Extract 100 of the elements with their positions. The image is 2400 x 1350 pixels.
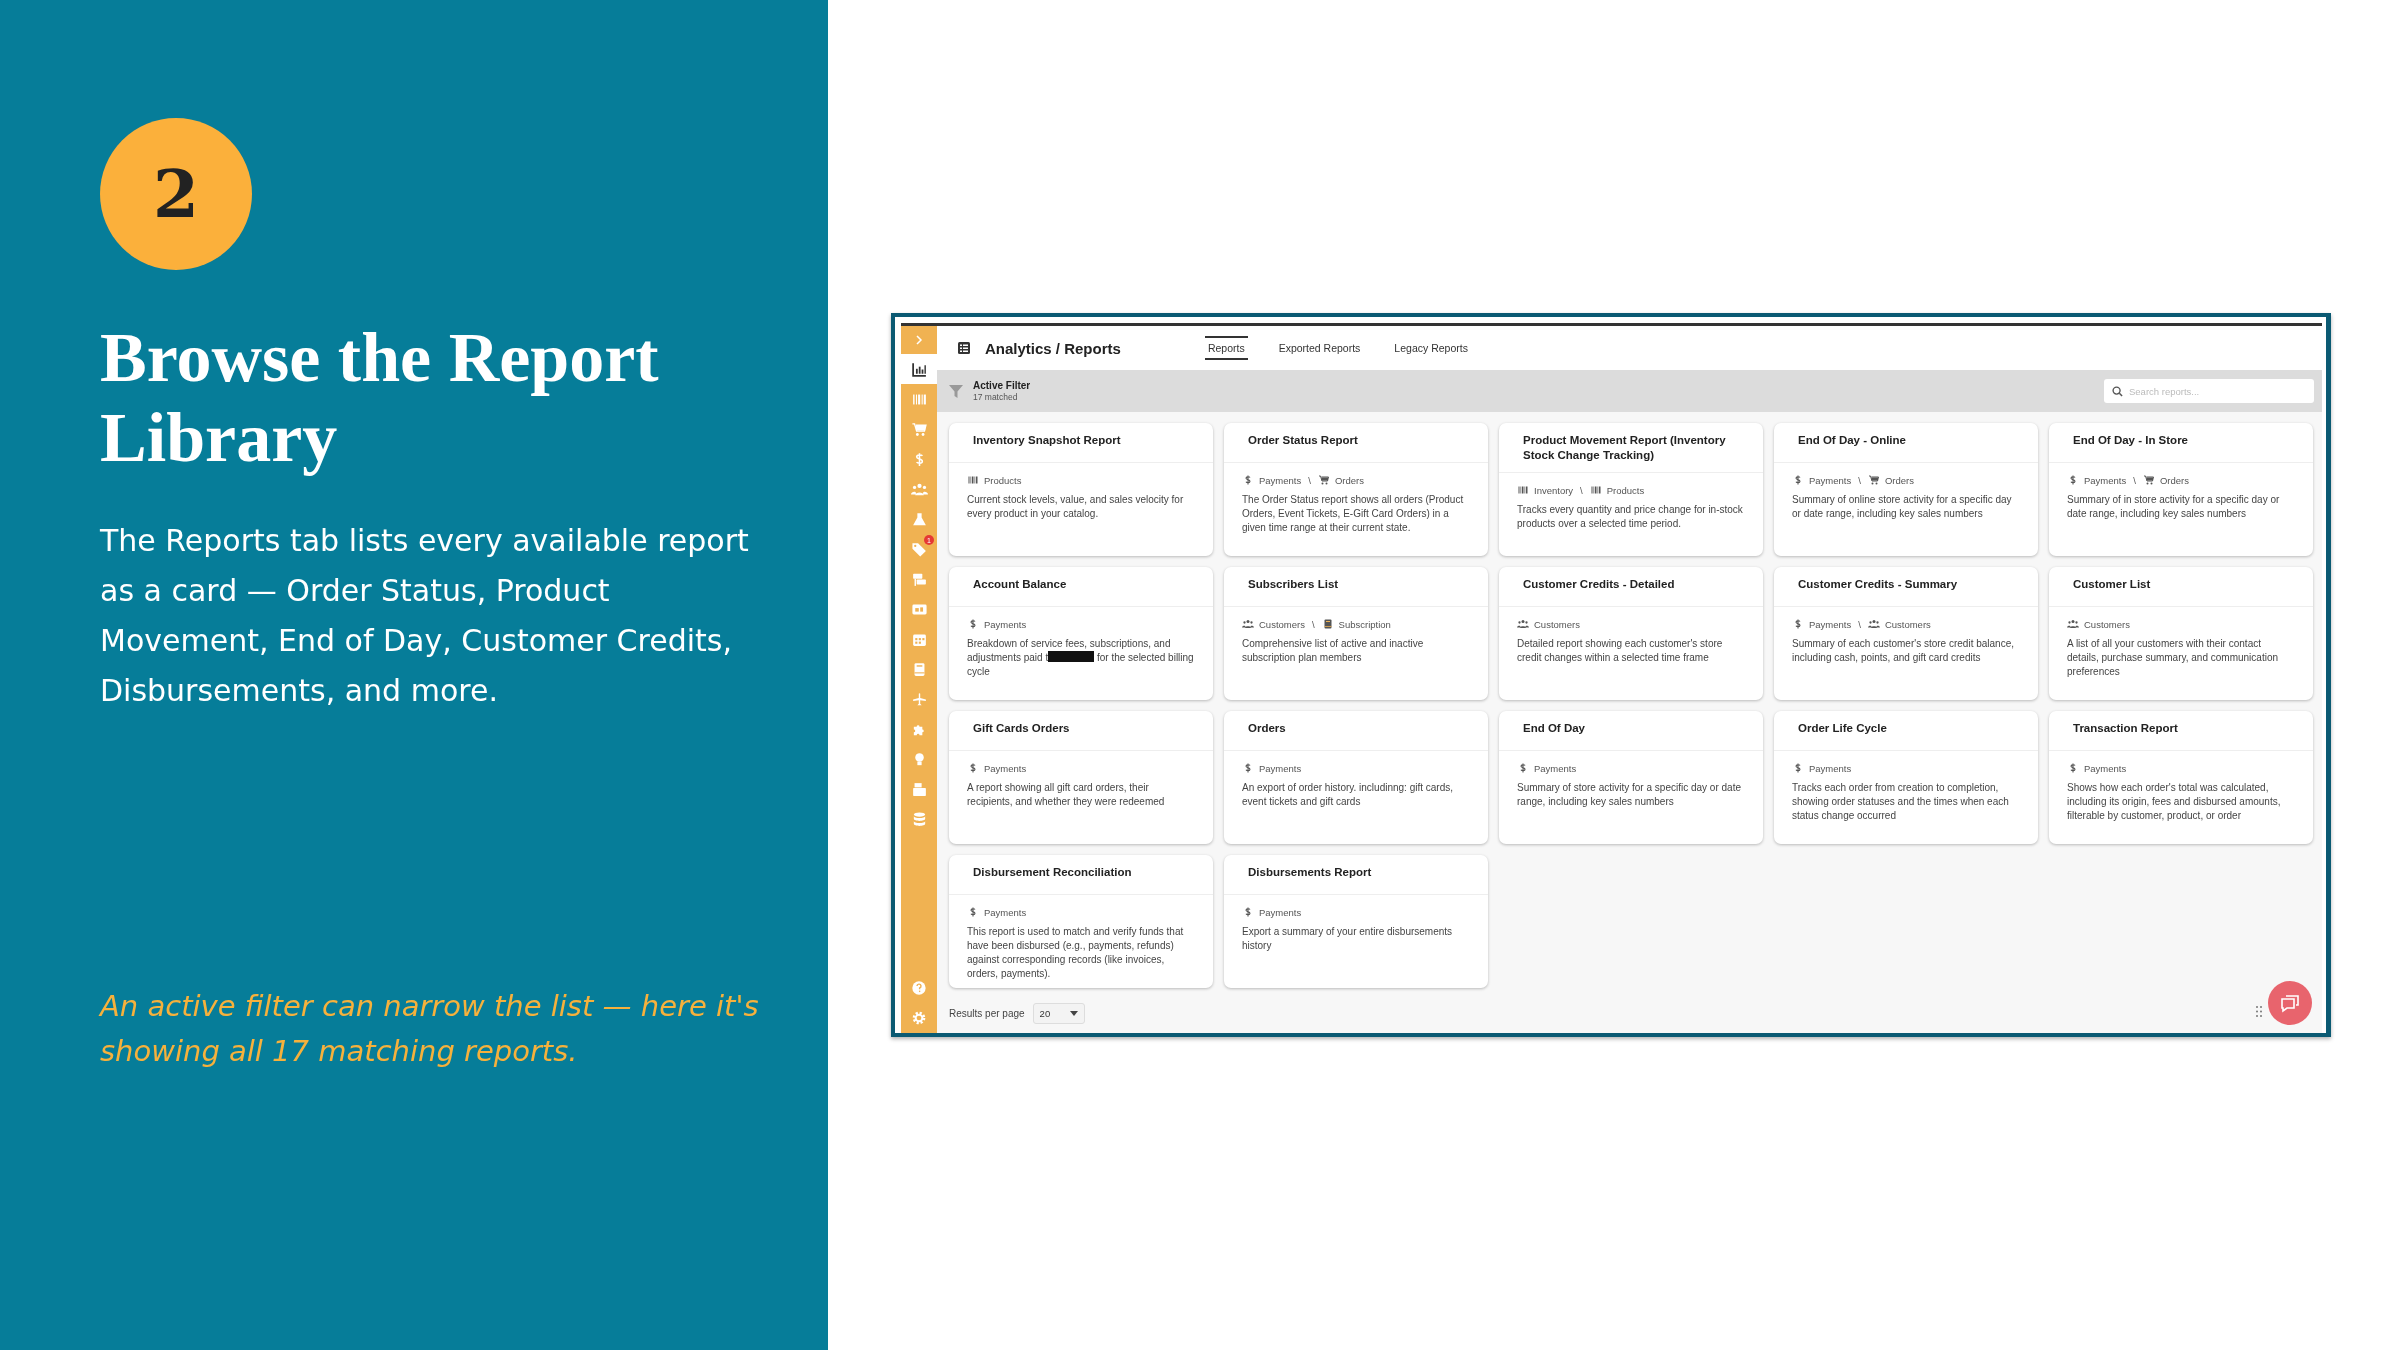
card-description: Tracks each order from creation to completion, showing order statuses and the times when each status change occurred: [1792, 781, 2010, 823]
dollar-icon: [1242, 762, 1254, 774]
category-label: Payments: [1809, 474, 1852, 486]
category-label: Payments: [1809, 618, 1852, 630]
barcode-icon: [967, 474, 979, 486]
dollar-icon: [967, 906, 979, 918]
report-card[interactable]: End Of Day Payments Summary of store activity for a specific day or date range, including key sales numbers: [1499, 711, 1763, 844]
category-label: Inventory: [1534, 484, 1574, 496]
card-title: Order Status Report: [1224, 423, 1488, 463]
separator-text: \: [1858, 474, 1861, 486]
card-description: Breakdown of service fees, subscriptions, and adjustments paid t for the selected billing cycle: [967, 637, 1195, 679]
tab[interactable]: Reports: [1204, 336, 1248, 360]
category-label: Products: [984, 474, 1022, 486]
category-label: Payments: [2084, 474, 2127, 486]
tab[interactable]: Legacy Reports: [1391, 336, 1471, 360]
report-card[interactable]: Disbursement Reconciliation Payments This report is used to match and verify funds that have been disbursed (e.g., payments, refunds) against corresponding records (like invoices, orders, payments).: [949, 855, 1213, 988]
card-title: End Of Day: [1499, 711, 1763, 751]
settings-icon[interactable]: [911, 1010, 927, 1026]
card-description: Summary of store activity for a specific day or date range, including key sales numbers: [1517, 781, 1742, 809]
dollar-icon: [2067, 474, 2079, 486]
category-label: Payments: [984, 906, 1027, 918]
barcode-icon: [1589, 484, 1602, 496]
people-icon: [1242, 618, 1254, 630]
cart-icon: [1317, 474, 1330, 486]
report-card[interactable]: Inventory Snapshot Report Products Current stock levels, value, and sales velocity for every product in your catalog.: [949, 423, 1213, 556]
chat-icon: [2280, 993, 2300, 1013]
category-label: Orders: [1884, 474, 1914, 486]
card-title: Account Balance: [949, 567, 1213, 607]
category-label: Payments: [1534, 762, 1577, 774]
category-label: Subscription: [1338, 618, 1391, 630]
report-card[interactable]: Account Balance Payments Breakdown of service fees, subscriptions, and adjustments paid t for the selected billing cycle: [949, 567, 1213, 700]
dollar-icon: [1792, 618, 1804, 630]
card-description: A list of all your customers with their contact details, purchase summary, and communication preferences: [2067, 637, 2280, 679]
category-label: Payments: [1259, 474, 1302, 486]
page-size-dropdown[interactable]: 20: [1032, 1002, 1086, 1024]
report-card[interactable]: Customer List Customers A list of all your customers with their contact details, purchase summary, and communication preferences: [2049, 567, 2313, 700]
dollar-icon: [1242, 474, 1254, 486]
category-label: Customers: [2084, 618, 2130, 630]
card-title: Disbursements Report: [1224, 855, 1488, 895]
report-card[interactable]: Orders Payments An export of order history. includinng: gift cards, event tickets and gift cards: [1224, 711, 1488, 844]
cart-icon: [1867, 474, 1880, 486]
filter-icon[interactable]: [949, 384, 963, 398]
tab[interactable]: Exported Reports: [1275, 336, 1364, 360]
dollar-icon: [1517, 762, 1529, 774]
category-label: Payments: [1809, 762, 1852, 774]
card-title: End Of Day - Online: [1774, 423, 2038, 463]
category-label: Customers: [1884, 618, 1931, 630]
category-label: Customers: [1534, 618, 1580, 630]
card-title: Order Life Cycle: [1774, 711, 2038, 751]
report-card[interactable]: Transaction Report Payments Shows how each order's total was calculated, including its origin, fees and disbursed amounts, filterable by customer, product, or order: [2049, 711, 2313, 844]
card-description: Comprehensive list of active and inactive subscription plan members: [1242, 637, 1425, 665]
card-description: Shows how each order's total was calculated, including its origin, fees and disbursed amounts, filterable by customer, product, or order: [2067, 781, 2282, 823]
chevron-icon[interactable]: [914, 334, 924, 346]
category-label: Products: [1606, 484, 1645, 496]
category-label: Orders: [2159, 474, 2189, 486]
separator-text: \: [1858, 618, 1861, 630]
card-title: Inventory Snapshot Report: [949, 423, 1213, 463]
card-title: Customer Credits - Detailed: [1499, 567, 1763, 607]
report-card[interactable]: Disbursements Report Payments Export a summary of your entire disbursements history: [1224, 855, 1488, 988]
slide-note: An active filter can narrow the list — here it's showing all 17 matching reports.: [100, 988, 760, 1070]
report-card[interactable]: Subscribers List Customers \ Subscription Comprehensive list of active and inactive subscription plan members: [1224, 567, 1488, 700]
report-card[interactable]: Gift Cards Orders Payments A report showing all gift card orders, their recipients, and whether they were redeemed: [949, 711, 1213, 844]
report-card[interactable]: End Of Day - Online Payments \ Orders Summary of online store activity for a specific day or date range, including key sales numbers: [1774, 423, 2038, 556]
barcode-icon: [1517, 484, 1529, 496]
airplane-icon: [910, 690, 928, 708]
category-label: Payments: [984, 762, 1027, 774]
report-card[interactable]: Order Status Report Payments \ Orders The Order Status report shows all orders (Product Orders, Event Tickets, E-Gift Card Orders) in a given time range at their current state.: [1224, 423, 1488, 556]
match-count: 17 matched: [973, 392, 1019, 402]
people-icon: [1517, 618, 1529, 630]
card-description: Export a summary of your entire disbursements history: [1242, 925, 1454, 953]
category-label: Payments: [1259, 906, 1302, 918]
card-title: Customer Credits - Summary: [1774, 567, 2038, 607]
card-title: Orders: [1224, 711, 1488, 751]
report-card[interactable]: Product Movement Report (Inventory Stock Change Tracking) Inventory \ Products Tracks every quantity and price change for in-stock products over a selected time period.: [1499, 423, 1763, 556]
separator-text: \: [1311, 618, 1315, 630]
dollar-icon: [2067, 762, 2079, 774]
report-card[interactable]: End Of Day - In Store Payments \ Orders Summary of in store activity for a specific day or date range, including key sales numbers: [2049, 423, 2313, 556]
category-label: Payments: [984, 618, 1027, 630]
dollar-icon: [1242, 906, 1254, 918]
separator-text: \: [2133, 474, 2136, 486]
drag-handle-icon[interactable]: [2256, 1006, 2262, 1017]
card-title: Disbursement Reconciliation: [949, 855, 1213, 895]
chat-button[interactable]: [2268, 981, 2312, 1025]
card-description: An export of order history. includinng: gift cards, event tickets and gift cards: [1242, 781, 1455, 809]
help-icon[interactable]: [911, 980, 927, 996]
dollar-icon: [1792, 762, 1804, 774]
category-label: Payments: [2084, 762, 2127, 774]
report-card[interactable]: Customer Credits - Summary Payments \ Customers Summary of each customer's store credit balance, including cash, points, and gift card credits: [1774, 567, 2038, 700]
table-icon: [957, 341, 971, 355]
card-description: Summary of each customer's store credit balance, including cash, points, and gift card credits: [1792, 637, 2015, 665]
flask-icon: [910, 510, 928, 528]
report-card[interactable]: Order Life Cycle Payments Tracks each order from creation to completion, showing order statuses and the times when each status change occurred: [1774, 711, 2038, 844]
search-field[interactable]: Search reports...: [2104, 379, 2314, 403]
card-title: Product Movement Report (Inventory Stock Change Tracking): [1499, 423, 1763, 473]
card-description: Current stock levels, value, and sales velocity for every product in your catalog.: [967, 493, 1185, 521]
card-description: Summary of in store activity for a specific day or date range, including key sales numbers: [2067, 493, 2281, 521]
bar-chart-icon: [910, 360, 928, 378]
results-per-page-label: Results per page: [949, 1007, 1025, 1019]
report-card[interactable]: Customer Credits - Detailed Customers Detailed report showing each customer's store credit changes within a selected time frame: [1499, 567, 1763, 700]
cart-icon: [910, 420, 928, 438]
